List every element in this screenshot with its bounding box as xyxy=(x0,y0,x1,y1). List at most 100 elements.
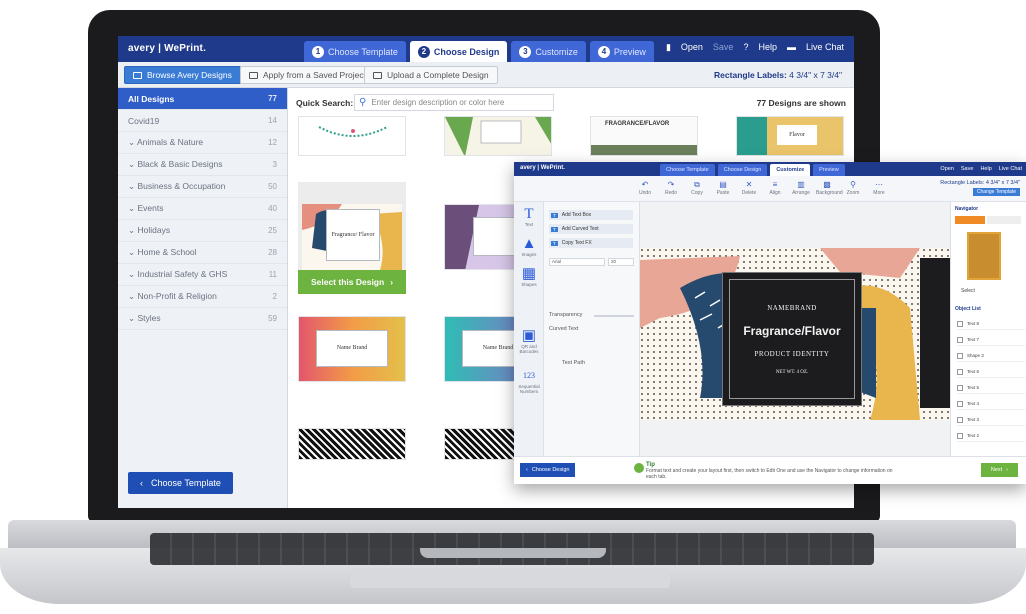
background-button[interactable]: ▩ Background xyxy=(816,180,843,196)
browse-designs-button[interactable]: Browse Avery Designs xyxy=(124,66,241,84)
sidebar-item-count: 28 xyxy=(268,248,277,257)
rail-shapes[interactable]: ▦ Shapes xyxy=(516,266,542,287)
tool-label: Paste xyxy=(716,190,730,196)
layer-item[interactable]: Text 6 xyxy=(957,366,1025,378)
app-logo[interactable]: avery | WePrint. xyxy=(128,43,206,54)
add-curved-text-button[interactable]: T Add Curved Text xyxy=(549,224,633,234)
sidebar-item-events[interactable]: ⌄ Events 40 xyxy=(118,198,287,220)
layer-item[interactable]: Text 7 xyxy=(957,334,1025,346)
choose-design-back-button[interactable]: ‹ Choose Design xyxy=(520,463,576,477)
more-button[interactable]: ⋯ More xyxy=(868,180,890,196)
font-size-select[interactable]: 20 xyxy=(608,258,634,266)
copy-button[interactable]: ⧉ Copy xyxy=(686,180,708,196)
sidebar-item-animals-nature[interactable]: ⌄ Animals & Nature 12 xyxy=(118,132,287,154)
live-chat-button[interactable]: Live Chat xyxy=(806,42,844,53)
label-artboard[interactable]: NAMEBRAND Fragrance/Flavor PRODUCT IDENT… xyxy=(640,248,950,420)
tab-customize[interactable]: Customize xyxy=(770,164,811,176)
sidebar-item-all-designs[interactable]: All Designs 77 xyxy=(118,88,287,110)
design-card[interactable]: FRAGRANCE/FLAVOR xyxy=(590,116,698,156)
sidebar-item-label: ⌄ Styles xyxy=(128,313,161,323)
sidebar-item-black-basic[interactable]: ⌄ Black & Basic Designs 3 xyxy=(118,154,287,176)
tab-choose-template[interactable]: Choose Template xyxy=(660,164,715,176)
save-button[interactable]: Save xyxy=(713,42,734,53)
design-card[interactable] xyxy=(444,116,552,156)
layer-item[interactable]: Shape 3 xyxy=(957,350,1025,362)
save-button[interactable]: Save xyxy=(961,166,974,172)
quick-search-row: Quick Search: ⚲ Enter design description… xyxy=(296,94,846,112)
select-label: Select xyxy=(961,288,975,294)
app-logo[interactable]: avery | WePrint. xyxy=(520,165,565,171)
font-select[interactable]: Arial xyxy=(549,258,605,266)
tip-text: Format text and create your layout first… xyxy=(646,468,893,480)
wizard-tabs: Choose Template Choose Design Customize … xyxy=(660,164,845,176)
tab-label: Customize xyxy=(535,46,578,57)
label-brand[interactable]: NAMEBRAND xyxy=(767,304,817,312)
label-identity[interactable]: PRODUCT IDENTITY xyxy=(755,350,830,358)
next-button[interactable]: Next › xyxy=(980,463,1018,477)
select-design-button[interactable]: Select this Design › xyxy=(298,270,406,294)
tab-choose-template[interactable]: 1 Choose Template xyxy=(304,41,406,62)
rail-text[interactable]: T Text xyxy=(516,206,542,227)
tab-choose-design[interactable]: Choose Design xyxy=(717,164,768,176)
rail-images[interactable]: ▲ Images xyxy=(516,236,542,257)
design-thumbnail xyxy=(591,145,697,155)
apply-saved-project-button[interactable]: Apply from a Saved Project xyxy=(240,66,375,84)
sidebar-item-holidays[interactable]: ⌄ Holidays 25 xyxy=(118,220,287,242)
text-panel: T Add Text Box T Add Curved Text T Copy Tex… xyxy=(544,202,640,456)
sidebar-item-business[interactable]: ⌄ Business & Occupation 50 xyxy=(118,176,287,198)
sidebar-item-non-profit[interactable]: ⌄ Non-Profit & Religion 2 xyxy=(118,286,287,308)
open-button[interactable]: Open xyxy=(940,166,953,172)
layer-item[interactable]: Text 4 xyxy=(957,398,1025,410)
design-card-selected[interactable]: Fragrance/ Flavor xyxy=(298,182,406,272)
open-button[interactable]: Open xyxy=(681,42,703,53)
rail-label: Images xyxy=(521,252,537,257)
edit-one-toggle[interactable] xyxy=(987,216,1021,224)
add-text-box-button[interactable]: T Add Text Box xyxy=(549,210,633,220)
tab-preview[interactable]: 4 Preview xyxy=(589,41,654,62)
undo-button[interactable]: ↶ Undo xyxy=(634,180,656,196)
layer-item[interactable]: Text 3 xyxy=(957,414,1025,426)
sidebar-item-industrial-safety[interactable]: ⌄ Industrial Safety & GHS 11 xyxy=(118,264,287,286)
arrange-button[interactable]: ▥ Arrange xyxy=(790,180,812,196)
product-label[interactable]: NAMEBRAND Fragrance/Flavor PRODUCT IDENT… xyxy=(722,272,862,406)
layer-item[interactable]: Text 2 xyxy=(957,430,1025,442)
help-button[interactable]: Help xyxy=(758,42,777,53)
live-chat-button[interactable]: Live Chat xyxy=(999,166,1022,172)
transparency-slider[interactable] xyxy=(594,315,634,317)
editor-toolbar: ↶ Undo ↷ Redo ⧉ Copy ▤ Paste ✕ Delete ≡ Align … xyxy=(514,176,1026,202)
button-label: Choose Template xyxy=(151,478,221,488)
label-weight[interactable]: NET WT. 4 OZ. xyxy=(776,370,808,375)
change-template-button[interactable]: Change Template xyxy=(972,188,1020,196)
sidebar-item-styles[interactable]: ⌄ Styles 59 xyxy=(118,308,287,330)
rail-qr-barcodes[interactable]: ▣ QR and Barcodes xyxy=(516,328,542,354)
delete-button[interactable]: ✕ Delete xyxy=(738,180,760,196)
paste-button[interactable]: ▤ Paste xyxy=(712,180,734,196)
tab-customize[interactable]: 3 Customize xyxy=(511,41,586,62)
copy-text-fx-button[interactable]: T Copy Text FX xyxy=(549,238,633,248)
card-text: Fragrance/ Flavor xyxy=(331,232,375,239)
zoom-button[interactable]: ⚲ Zoom xyxy=(842,180,864,196)
sidebar-item-covid19[interactable]: Covid19 14 xyxy=(118,110,287,132)
align-button[interactable]: ≡ Align xyxy=(764,180,786,196)
choose-template-back-button[interactable]: ‹ Choose Template xyxy=(128,472,233,494)
design-card[interactable]: Flavor xyxy=(736,116,844,156)
edit-all-toggle[interactable] xyxy=(955,216,985,224)
design-card[interactable] xyxy=(298,428,406,460)
sidebar-item-count: 3 xyxy=(272,160,277,169)
help-button[interactable]: Help xyxy=(980,166,991,172)
rail-sequential-numbers[interactable]: 123 Sequential Numbers xyxy=(516,368,542,394)
design-card[interactable]: Name Brand xyxy=(298,316,406,382)
layer-item[interactable]: Text 8 xyxy=(957,318,1025,330)
redo-button[interactable]: ↷ Redo xyxy=(660,180,682,196)
upload-design-button[interactable]: Upload a Complete Design xyxy=(364,66,498,84)
tab-choose-design[interactable]: 2 Choose Design xyxy=(409,41,508,62)
layer-item[interactable]: Text 5 xyxy=(957,382,1025,394)
card-text: Name Brand xyxy=(336,345,368,352)
navigator-thumbnail[interactable] xyxy=(967,232,1001,280)
design-card[interactable] xyxy=(298,116,406,156)
tab-preview[interactable]: Preview xyxy=(813,164,845,176)
curved-text-label: Curved Text xyxy=(549,326,579,332)
search-input[interactable]: ⚲ Enter design description or color here xyxy=(354,94,554,111)
sidebar-item-home-school[interactable]: ⌄ Home & School 28 xyxy=(118,242,287,264)
label-title[interactable]: Fragrance/Flavor xyxy=(743,324,840,338)
